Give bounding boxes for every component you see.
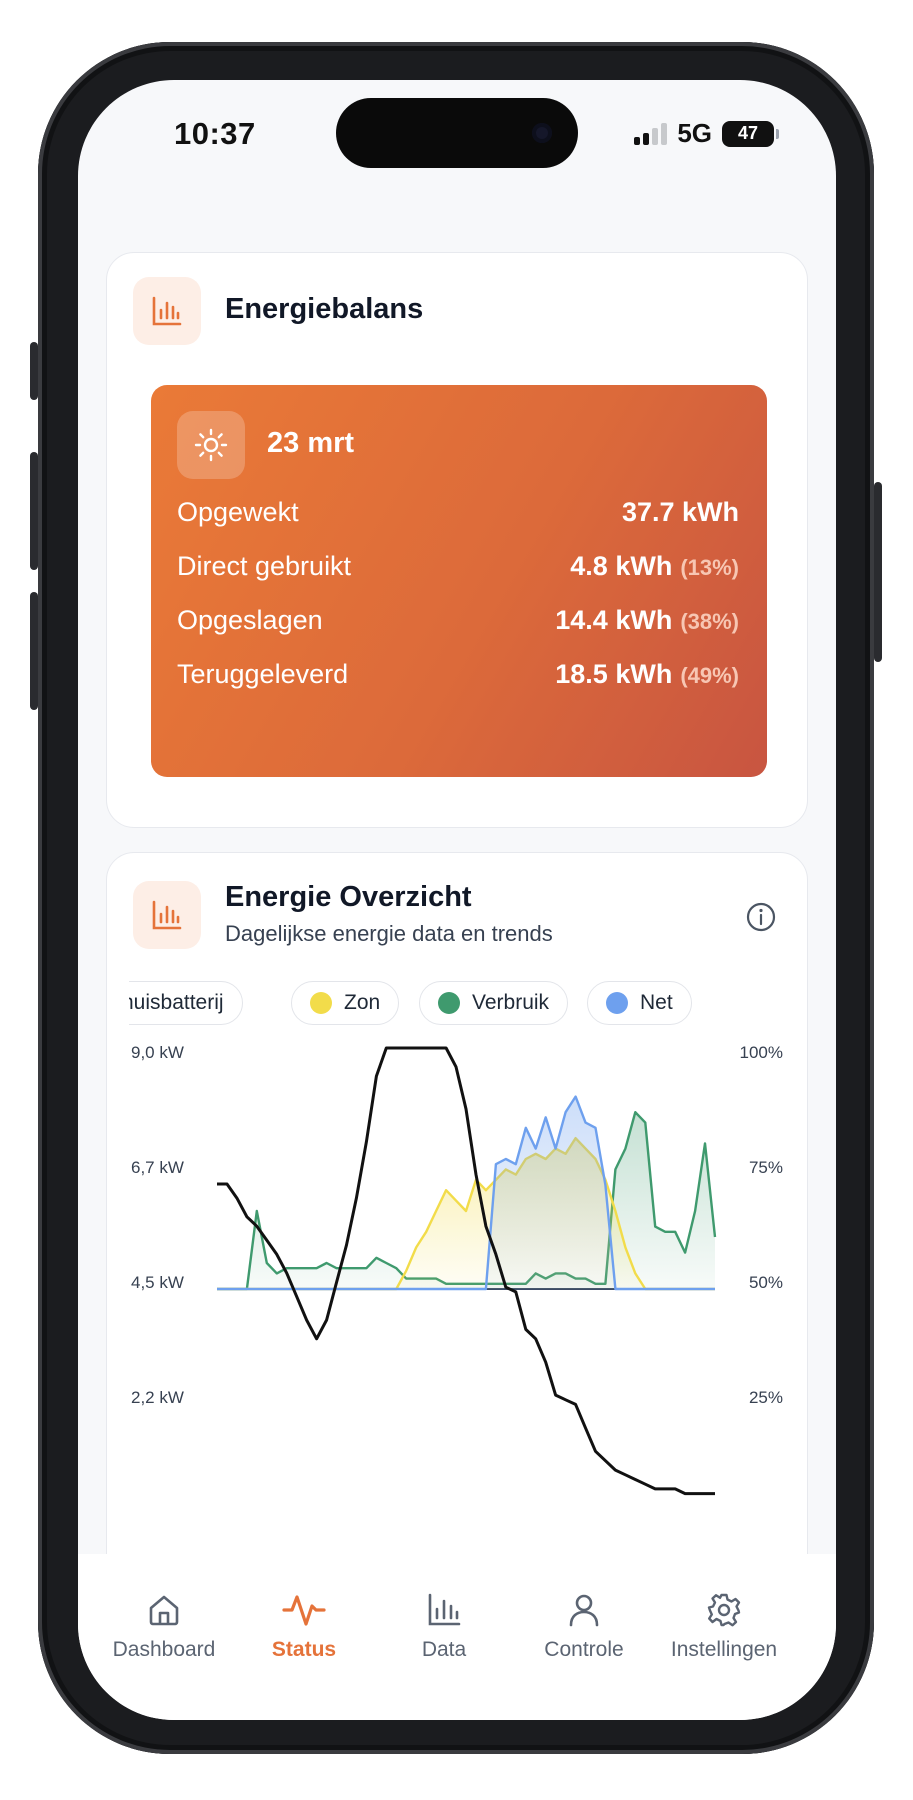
screen: 10:37 5G 47 Energiebalans 23 mrt Opgewek… xyxy=(78,80,836,1720)
legend-chip-net[interactable]: Net xyxy=(587,981,692,1025)
bar-chart-icon xyxy=(133,277,201,345)
battery-icon: 47 xyxy=(722,120,779,147)
user-icon xyxy=(569,1594,599,1627)
legend-dot xyxy=(606,992,628,1014)
tab-label: Dashboard xyxy=(112,1638,216,1661)
energie-overzicht-card: Energie Overzicht Dagelijkse energie dat… xyxy=(106,852,808,1612)
energy-summary-panel: 23 mrt Opgewekt 37.7 kWh Direct gebruikt… xyxy=(151,385,767,777)
tab-dashboard[interactable]: Dashboard xyxy=(94,1592,234,1662)
camera-icon xyxy=(532,123,552,143)
legend-chip-huisbatterij[interactable]: huisbatterij xyxy=(129,981,243,1025)
card-title: Energiebalans xyxy=(225,293,424,325)
legend-label: Verbruik xyxy=(472,991,550,1014)
tab-instellingen[interactable]: Instellingen xyxy=(654,1592,794,1662)
tab-status[interactable]: Status xyxy=(234,1592,374,1662)
tab-label: Instellingen xyxy=(670,1638,778,1661)
energy-row-value: 14.4 kWh xyxy=(555,605,673,635)
legend-label: Zon xyxy=(344,991,381,1014)
energy-row-label: Teruggeleverd xyxy=(177,659,349,689)
card-title: Energie Overzicht xyxy=(225,881,472,913)
volume-up-button xyxy=(30,452,38,570)
tab-bar: Dashboard Status Data Controle Instellin… xyxy=(78,1554,836,1720)
chart-plot xyxy=(217,1046,717,1496)
energy-row: Direct gebruikt 4.8 kWh (13%) xyxy=(177,551,739,582)
legend-dot xyxy=(438,992,460,1014)
energy-row: Opgeslagen 14.4 kWh (38%) xyxy=(177,605,739,636)
energy-row-percent: (13%) xyxy=(680,555,739,580)
tab-label: Controle xyxy=(544,1638,624,1661)
energy-row: Opgewekt 37.7 kWh xyxy=(177,497,739,528)
energy-chart: 9,0 kW 6,7 kW 4,5 kW 2,2 kW 100% 75% 50%… xyxy=(107,1039,809,1519)
chart-legend: huisbatterij Zon Verbruik Net xyxy=(129,981,785,1027)
legend-dot xyxy=(310,992,332,1014)
energy-row-value: 18.5 kWh xyxy=(555,659,673,689)
signal-icon xyxy=(634,122,668,145)
energy-row-label: Direct gebruikt xyxy=(177,551,352,581)
status-indicators: 5G 47 xyxy=(634,118,779,149)
tab-controle[interactable]: Controle xyxy=(514,1592,654,1662)
legend-label: huisbatterij xyxy=(129,991,224,1014)
tab-label: Status xyxy=(271,1638,337,1661)
power-button xyxy=(874,482,882,662)
energy-row-label: Opgeslagen xyxy=(177,605,323,635)
energy-row-percent: (49%) xyxy=(680,663,739,688)
energy-row-value: 37.7 kWh xyxy=(621,497,739,527)
sun-icon xyxy=(177,411,245,479)
pulse-icon xyxy=(282,1595,326,1626)
energy-row-value: 4.8 kWh xyxy=(570,551,673,581)
status-time: 10:37 xyxy=(174,116,256,151)
energiebalans-card: Energiebalans 23 mrt Opgewekt 37.7 kWh D… xyxy=(106,252,808,828)
bar-chart-icon xyxy=(428,1593,461,1626)
volume-down-button xyxy=(30,592,38,710)
legend-chip-zon[interactable]: Zon xyxy=(291,981,400,1025)
card-subtitle: Dagelijkse energie data en trends xyxy=(225,921,553,946)
gear-icon xyxy=(707,1593,741,1627)
action-button xyxy=(30,342,38,400)
tab-label: Data xyxy=(421,1638,467,1661)
energy-row: Teruggeleverd 18.5 kWh (49%) xyxy=(177,659,739,690)
tab-data[interactable]: Data xyxy=(374,1592,514,1662)
dynamic-island xyxy=(336,98,578,168)
date-label: 23 mrt xyxy=(267,427,355,459)
legend-chip-verbruik[interactable]: Verbruik xyxy=(419,981,569,1025)
home-icon xyxy=(149,1595,179,1626)
info-icon[interactable] xyxy=(745,901,777,933)
battery-level: 47 xyxy=(737,123,759,143)
legend-label: Net xyxy=(640,991,673,1014)
network-label: 5G xyxy=(677,118,712,148)
bar-chart-icon xyxy=(133,881,201,949)
energy-row-label: Opgewekt xyxy=(177,497,299,527)
energy-row-percent: (38%) xyxy=(680,609,739,634)
